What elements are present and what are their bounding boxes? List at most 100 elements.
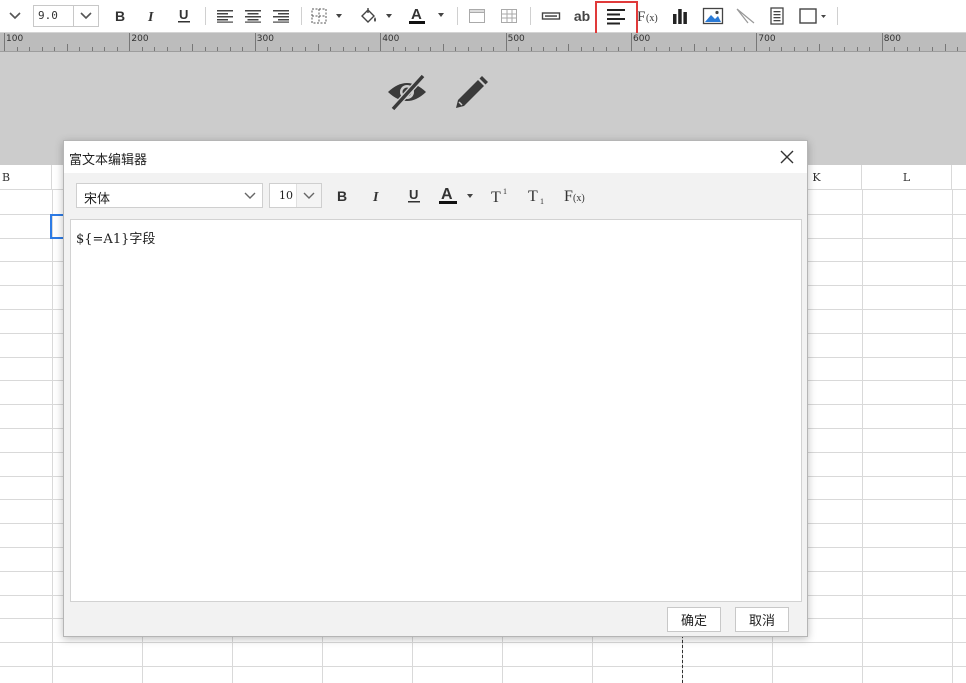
grid-row-line [0, 666, 966, 667]
font-size-value: 9.0 [38, 9, 58, 22]
ruler-tick [681, 47, 683, 51]
superscript-icon[interactable]: T1 [489, 183, 513, 208]
chevron-down-icon[interactable] [238, 184, 262, 207]
ruler-tick [643, 47, 645, 51]
chevron-down-icon[interactable] [296, 184, 321, 207]
italic-icon[interactable]: I [142, 4, 162, 28]
font-family-dropdown-chevron-icon[interactable] [4, 4, 26, 28]
rich-text-content-area[interactable]: ${=A1}字段 [70, 219, 802, 602]
cell-border-icon[interactable] [796, 4, 830, 28]
text-widget-button[interactable]: ab [568, 4, 596, 28]
align-right-icon[interactable] [270, 4, 292, 28]
dialog-title-bar: 富文本编辑器 [64, 141, 807, 173]
ruler-tick [493, 47, 495, 51]
align-left-icon[interactable] [214, 4, 236, 28]
ruler-tick [831, 47, 833, 51]
split-cells-icon[interactable] [497, 4, 521, 28]
underline-icon[interactable]: U [174, 4, 194, 28]
ruler-tick [405, 47, 407, 51]
ruler-tick [467, 47, 469, 51]
ruler-tick [605, 47, 607, 51]
cancel-button[interactable]: 取消 [735, 607, 789, 632]
subscript-icon[interactable]: T1 [526, 183, 550, 208]
ruler-tick [41, 47, 43, 51]
slash-line-icon[interactable] [734, 4, 758, 28]
ruler-tick [794, 47, 796, 51]
ruler-label: 100 [6, 34, 24, 44]
ruler-tick [869, 47, 871, 51]
formula-icon[interactable]: F (x) [636, 4, 662, 28]
ruler-tick [806, 47, 808, 51]
fill-color-icon[interactable] [356, 4, 398, 28]
ruler-tick [819, 44, 821, 51]
ruler-label: 400 [382, 34, 400, 44]
svg-text:1: 1 [540, 197, 544, 205]
svg-text:T: T [528, 188, 538, 205]
ok-button[interactable]: 确定 [667, 607, 721, 632]
ruler-tick [656, 47, 658, 51]
close-icon[interactable] [777, 147, 797, 167]
ruler-tick [505, 33, 507, 51]
ruler-tick [743, 47, 745, 51]
ruler-tick [141, 47, 143, 51]
ruler-tick [580, 47, 582, 51]
underline-icon[interactable]: U [404, 183, 424, 208]
ruler-tick [530, 47, 532, 51]
ruler-tick [430, 47, 432, 51]
ruler-tick [292, 47, 294, 51]
font-size-select[interactable]: 10 [269, 183, 322, 208]
text-field-icon[interactable] [538, 4, 564, 28]
merge-cells-icon[interactable] [465, 4, 489, 28]
svg-text:A: A [411, 6, 422, 23]
page-icon[interactable] [766, 4, 788, 28]
ruler-label: 800 [883, 34, 901, 44]
ruler-tick [931, 47, 933, 51]
column-header-l[interactable]: L [862, 165, 952, 190]
column-header-b[interactable]: B [0, 165, 52, 190]
chart-icon[interactable] [668, 4, 692, 28]
bold-icon[interactable]: B [332, 183, 352, 208]
grid-column-line [862, 190, 863, 683]
ruler-tick [957, 47, 959, 51]
ruler-tick [392, 47, 394, 51]
ruler-tick [104, 47, 106, 51]
font-size-select[interactable]: 9.0 [33, 5, 99, 27]
svg-text:F: F [564, 188, 573, 205]
ruler-tick [254, 33, 256, 51]
editor-content[interactable]: ${=A1}字段 [76, 228, 155, 247]
svg-text:B: B [337, 189, 347, 203]
page-break-line [682, 635, 683, 683]
border-icon[interactable] [308, 4, 348, 28]
rich-text-icon[interactable] [602, 4, 630, 28]
font-family-select[interactable]: 宋体 [76, 183, 263, 208]
svg-text:T: T [491, 189, 501, 205]
svg-text:B: B [115, 9, 125, 23]
font-color-icon[interactable]: A [404, 4, 450, 28]
ruler-tick [906, 47, 908, 51]
ruler-tick [66, 44, 68, 51]
toolbar-separator [837, 7, 838, 25]
pencil-icon[interactable] [448, 70, 492, 114]
font-color-icon[interactable]: A [437, 183, 477, 208]
ruler-tick [79, 47, 81, 51]
ruler-tick [355, 47, 357, 51]
ruler-tick [330, 47, 332, 51]
svg-text:A: A [441, 186, 453, 203]
ruler-tick [204, 47, 206, 51]
align-center-icon[interactable] [242, 4, 264, 28]
chevron-down-icon[interactable] [73, 6, 98, 26]
ruler-tick [480, 47, 482, 51]
ruler-tick [154, 47, 156, 51]
ruler-tick [380, 33, 382, 51]
image-icon[interactable] [700, 4, 726, 28]
svg-text:I: I [147, 10, 154, 23]
ruler-tick [442, 44, 444, 51]
ruler-tick [217, 47, 219, 51]
ruler-tick [756, 33, 758, 51]
italic-icon[interactable]: I [367, 183, 387, 208]
dialog-title: 富文本编辑器 [69, 153, 148, 168]
eye-slash-icon[interactable] [385, 70, 429, 114]
bold-icon[interactable]: B [110, 4, 130, 28]
column-header[interactable] [952, 165, 966, 190]
formula-icon[interactable]: F (x) [562, 183, 590, 208]
